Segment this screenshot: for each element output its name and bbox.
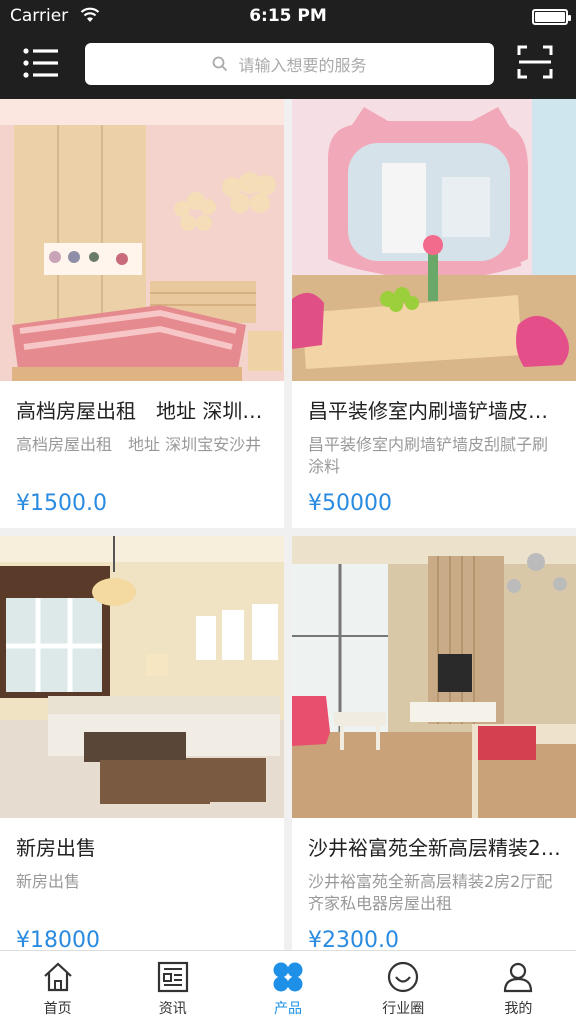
product-card[interactable]: 高档房屋出租 地址 深圳宝安沙井 高档房屋出租 地址 深圳宝安沙井 ¥1500.… xyxy=(0,99,284,528)
scan-icon[interactable] xyxy=(517,44,553,80)
product-price: ¥50000 xyxy=(308,491,392,516)
product-title: 沙井裕富苑全新高层精装2房2厅配齐家私电器房屋出租 xyxy=(308,836,562,860)
clock: 6:15 PM xyxy=(249,6,327,26)
product-image xyxy=(0,99,284,381)
tab-label: 我的 xyxy=(504,1001,533,1017)
product-description: 昌平装修室内刷墙铲墙皮刮腻子刷涂料 xyxy=(308,435,549,476)
tab-mine[interactable]: 我的 xyxy=(461,951,576,1024)
home-icon xyxy=(43,962,72,992)
tab-product[interactable]: 产品 xyxy=(230,951,345,1024)
circle-icon xyxy=(388,961,419,993)
bottom-tab-bar: 首页 资讯 产品 行业圈 我的 xyxy=(0,950,576,1024)
tab-label: 行业圈 xyxy=(382,1001,425,1017)
tab-home[interactable]: 首页 xyxy=(0,951,115,1024)
product-title: 新房出售 xyxy=(16,836,96,860)
search-input[interactable]: 请输入想要的服务 xyxy=(85,43,494,85)
product-icon xyxy=(273,962,303,992)
tab-label: 首页 xyxy=(43,1001,72,1017)
product-title: 昌平装修室内刷墙铲墙皮刮腻子刷涂料 xyxy=(308,399,562,423)
product-card[interactable]: 新房出售 新房出售 ¥18000 xyxy=(0,536,284,950)
product-grid: 高档房屋出租 地址 深圳宝安沙井 高档房屋出租 地址 深圳宝安沙井 ¥1500.… xyxy=(0,99,576,950)
status-bar: Carrier 6:15 PM xyxy=(0,0,576,34)
news-icon xyxy=(157,961,188,993)
top-header: Carrier 6:15 PM 请输入想要的服务 xyxy=(0,0,576,99)
tab-label: 资讯 xyxy=(158,1001,187,1017)
product-price: ¥2300.0 xyxy=(308,928,399,950)
tab-news[interactable]: 资讯 xyxy=(115,951,230,1024)
search-icon xyxy=(213,56,228,72)
product-image xyxy=(292,99,576,381)
product-card[interactable]: 沙井裕富苑全新高层精装2房2厅配齐家私电器房屋出租 沙井裕富苑全新高层精装2房2… xyxy=(292,536,576,950)
product-description: 高档房屋出租 地址 深圳宝安沙井 xyxy=(16,435,262,454)
product-image xyxy=(0,536,284,818)
search-placeholder: 请输入想要的服务 xyxy=(238,56,367,75)
user-icon xyxy=(504,962,533,993)
product-description: 沙井裕富苑全新高层精装2房2厅配齐家私电器房屋出租 xyxy=(308,872,553,913)
tab-label: 产品 xyxy=(274,1001,302,1017)
product-card[interactable]: 昌平装修室内刷墙铲墙皮刮腻子刷涂料 昌平装修室内刷墙铲墙皮刮腻子刷涂料 ¥500… xyxy=(292,99,576,528)
product-title: 高档房屋出租 地址 深圳宝安沙井 xyxy=(16,399,270,423)
battery-icon xyxy=(532,9,571,25)
menu-icon[interactable] xyxy=(22,46,60,80)
product-description: 新房出售 xyxy=(16,872,81,891)
product-price: ¥1500.0 xyxy=(16,491,107,516)
product-price: ¥18000 xyxy=(16,928,100,950)
tab-circle[interactable]: 行业圈 xyxy=(346,951,461,1024)
product-image xyxy=(292,536,576,818)
